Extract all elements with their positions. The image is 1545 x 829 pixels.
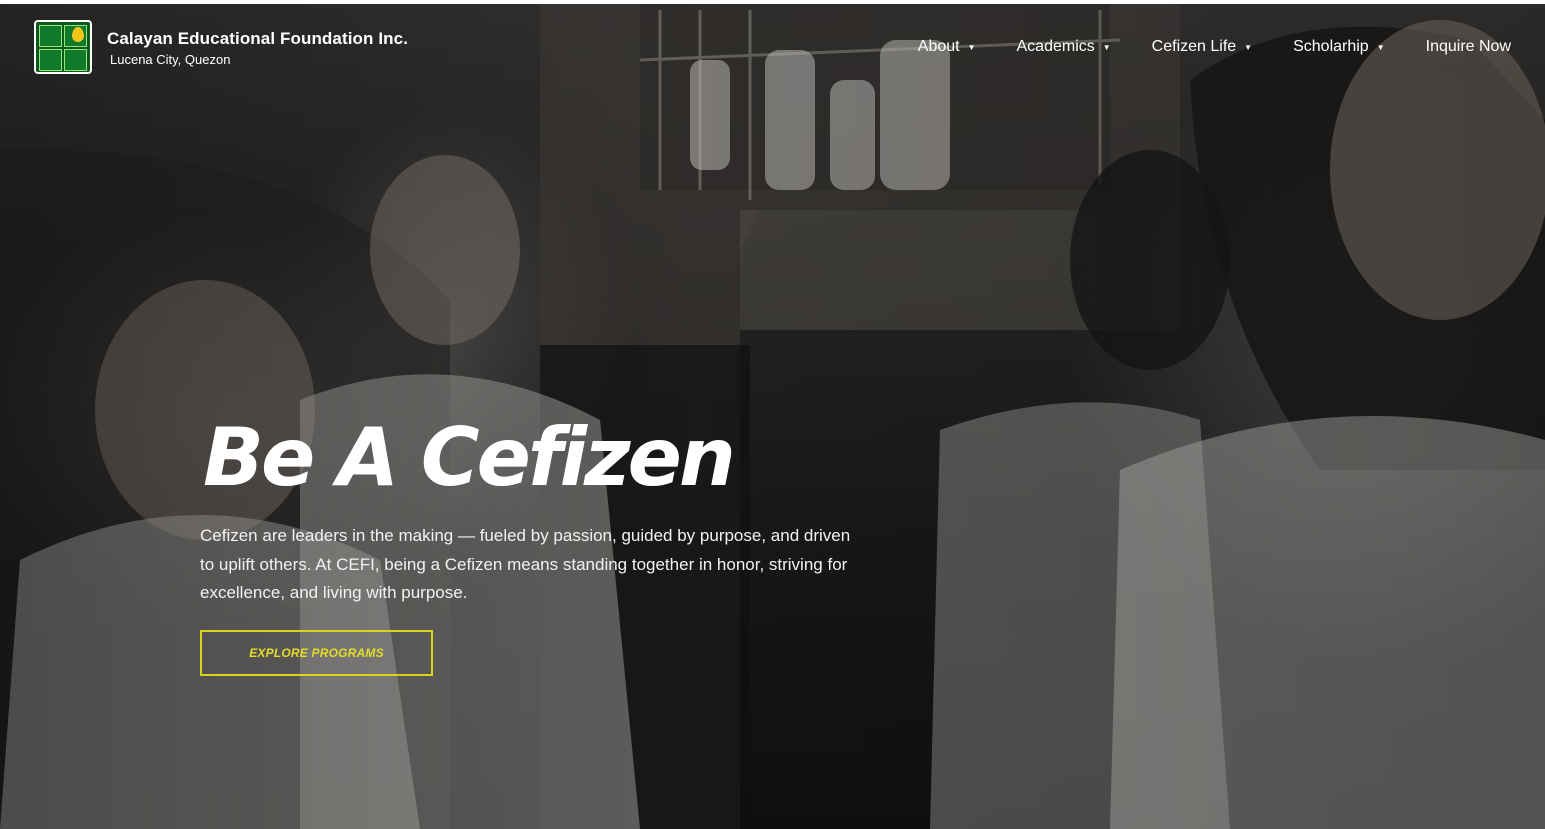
main-nav: About ▼ Academics ▼ Cefizen Life ▼ Schol… bbox=[918, 38, 1511, 56]
caret-down-icon: ▼ bbox=[967, 42, 976, 52]
nav-item-inquire-now[interactable]: Inquire Now bbox=[1426, 38, 1511, 56]
hero-description: Cefizen are leaders in the making — fuel… bbox=[200, 526, 851, 602]
brand-name: Calayan Educational Foundation Inc. bbox=[107, 29, 409, 48]
nav-item-academics[interactable]: Academics ▼ bbox=[1017, 38, 1111, 56]
cefi-logo-icon[interactable] bbox=[34, 20, 92, 74]
nav-item-label: Inquire Now bbox=[1425, 38, 1511, 55]
nav-item-about[interactable]: About ▼ bbox=[918, 38, 976, 56]
caret-down-icon: ▼ bbox=[1102, 42, 1111, 52]
nav-item-scholarship[interactable]: Scholarhip ▼ bbox=[1293, 38, 1385, 56]
nav-item-cefizen-life[interactable]: Cefizen Life ▼ bbox=[1152, 38, 1252, 56]
top-frame-line bbox=[0, 0, 1545, 4]
brand-text: Calayan Educational Foundation Inc. Luce… bbox=[107, 29, 408, 67]
hero-headline: Be A Cefizen bbox=[203, 411, 736, 504]
brand[interactable]: Calayan Educational Foundation Inc. Luce… bbox=[34, 20, 408, 74]
nav-item-label: Scholarhip bbox=[1293, 38, 1369, 55]
caret-down-icon: ▼ bbox=[1376, 42, 1385, 52]
flame-icon bbox=[72, 27, 84, 42]
brand-location: Lucena City, Quezon bbox=[110, 52, 231, 67]
nav-item-label: Cefizen Life bbox=[1151, 38, 1237, 55]
caret-down-icon: ▼ bbox=[1244, 42, 1253, 52]
explore-programs-button[interactable]: EXPLORE PROGRAMS bbox=[200, 630, 433, 676]
nav-item-label: Academics bbox=[1016, 38, 1095, 55]
hero-section: Calayan Educational Foundation Inc. Luce… bbox=[0, 0, 1545, 829]
nav-item-label: About bbox=[917, 38, 960, 55]
